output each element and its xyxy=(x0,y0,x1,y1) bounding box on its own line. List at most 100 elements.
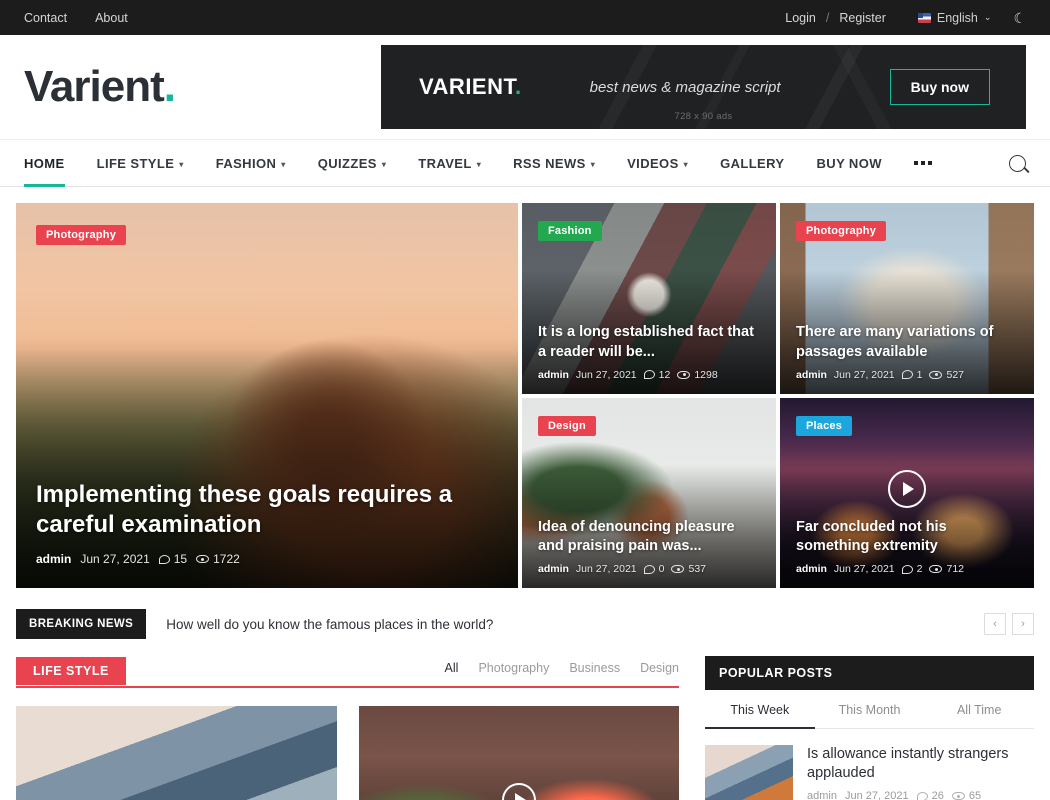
nav-label: FASHION xyxy=(215,155,277,171)
main-navigation: HOME LIFE STYLE ▾ FASHION ▾ QUIZZES ▾ TR… xyxy=(0,139,1050,187)
register-link[interactable]: Register xyxy=(839,11,886,25)
lifestyle-section-header: LIFE STYLE All Photography Business Desi… xyxy=(16,656,679,688)
dark-mode-toggle-icon[interactable]: ☾ xyxy=(1013,11,1026,25)
view-count: 1722 xyxy=(196,552,240,566)
breaking-next-button[interactable]: › xyxy=(1012,613,1034,635)
hero-card-photography[interactable]: Photography There are many variations of… xyxy=(780,203,1034,394)
hero-card-title[interactable]: Far concluded not his something extremit… xyxy=(796,518,1020,557)
comment-count: 0 xyxy=(643,563,665,575)
comment-count: 1 xyxy=(901,368,923,381)
search-icon xyxy=(1009,154,1026,172)
language-label: English xyxy=(936,10,978,25)
ad-logo: VARIENT. xyxy=(419,74,522,100)
chevron-down-icon: ▾ xyxy=(683,159,689,169)
buy-now-button[interactable]: Buy now xyxy=(889,69,990,105)
hero-card-title[interactable]: It is a long established fact that a rea… xyxy=(538,323,762,362)
hero-card-title[interactable]: There are many variations of passages av… xyxy=(796,323,1020,362)
nav-item-home[interactable]: HOME xyxy=(24,140,81,187)
tab-this-week[interactable]: This Week xyxy=(705,690,815,729)
comment-icon xyxy=(643,564,655,574)
filter-all[interactable]: All xyxy=(445,661,459,675)
nav-item-fashion[interactable]: FASHION ▾ xyxy=(200,140,302,186)
search-button[interactable] xyxy=(989,140,1026,186)
lifestyle-section-title: LIFE STYLE xyxy=(16,656,126,686)
post-date: Jun 27, 2021 xyxy=(575,368,637,381)
nav-list: HOME LIFE STYLE ▾ FASHION ▾ QUIZZES ▾ TR… xyxy=(24,140,948,187)
category-badge[interactable]: Places xyxy=(796,415,853,436)
main-column: LIFE STYLE All Photography Business Desi… xyxy=(16,656,679,800)
hero-card-meta: admin Jun 27, 2021 12 1298 xyxy=(538,369,762,381)
view-count-value: 527 xyxy=(946,368,965,381)
hero-card-meta: admin Jun 27, 2021 0 537 xyxy=(538,563,762,575)
nav-label: BUY NOW xyxy=(816,155,882,171)
nav-item-videos[interactable]: VIDEOS ▾ xyxy=(611,140,704,186)
hero-card-places[interactable]: Places Far concluded not his something e… xyxy=(780,397,1034,588)
comment-icon xyxy=(158,554,170,564)
filter-photography[interactable]: Photography xyxy=(478,661,549,675)
tab-this-month[interactable]: This Month xyxy=(815,690,925,728)
topbar-link-about[interactable]: About xyxy=(95,11,128,25)
site-logo[interactable]: Varient. xyxy=(24,62,176,112)
nav-item-gallery[interactable]: GALLERY xyxy=(704,140,800,186)
filter-design[interactable]: Design xyxy=(640,661,679,675)
hero-card-design[interactable]: Design Idea of denouncing pleasure and p… xyxy=(522,397,776,588)
view-count: 1298 xyxy=(677,369,718,381)
post-date: Jun 27, 2021 xyxy=(80,552,150,566)
post-date: Jun 27, 2021 xyxy=(833,563,895,575)
comment-icon xyxy=(901,370,913,379)
nav-label: HOME xyxy=(24,155,65,171)
breaking-prev-button[interactable]: ‹ xyxy=(984,613,1006,635)
nav-item-travel[interactable]: TRAVEL ▾ xyxy=(402,140,497,186)
hero-featured-card[interactable]: Photography Implementing these goals req… xyxy=(16,203,518,588)
nav-label: TRAVEL xyxy=(418,155,472,171)
view-count-value: 1722 xyxy=(213,552,240,566)
hero-grid: Photography Implementing these goals req… xyxy=(16,203,1034,588)
breaking-news-label: BREAKING NEWS xyxy=(16,609,147,639)
play-button-icon[interactable] xyxy=(501,782,536,800)
hero-card-body: Far concluded not his something extremit… xyxy=(796,518,1020,575)
view-count: 712 xyxy=(929,563,964,575)
popular-post-meta: admin Jun 27, 2021 26 65 xyxy=(807,790,1034,800)
category-badge[interactable]: Design xyxy=(538,415,596,436)
chevron-down-icon: ▾ xyxy=(476,159,482,169)
nav-label: QUIZZES xyxy=(317,155,377,171)
hero-featured-title[interactable]: Implementing these goals requires a care… xyxy=(36,480,498,540)
nav-item-buy-now[interactable]: BUY NOW xyxy=(801,140,898,186)
filter-business[interactable]: Business xyxy=(569,661,620,675)
breaking-news-headline[interactable]: How well do you know the famous places i… xyxy=(166,617,493,632)
popular-post-item[interactable]: Is allowance instantly strangers applaud… xyxy=(705,729,1034,800)
login-link[interactable]: Login xyxy=(785,11,816,25)
lifestyle-post-card[interactable] xyxy=(16,706,337,800)
nav-item-life-style[interactable]: LIFE STYLE ▾ xyxy=(81,140,200,186)
view-count-value: 712 xyxy=(946,563,965,575)
top-bar-account: Login / Register English ⌄ ☾ xyxy=(785,11,1026,25)
eye-icon xyxy=(929,370,943,379)
topbar-link-contact[interactable]: Contact xyxy=(24,11,67,25)
chevron-down-icon: ▾ xyxy=(590,159,596,169)
ad-logo-dot: . xyxy=(515,74,522,99)
nav-item-quizzes[interactable]: QUIZZES ▾ xyxy=(302,140,403,186)
popular-posts-header: POPULAR POSTS xyxy=(705,656,1034,690)
language-selector[interactable]: English ⌄ xyxy=(917,10,991,25)
ad-banner[interactable]: VARIENT. best news & magazine script Buy… xyxy=(381,45,1026,129)
comment-count: 15 xyxy=(158,552,187,566)
popular-post-title[interactable]: Is allowance instantly strangers applaud… xyxy=(807,745,1034,783)
hero-card-fashion[interactable]: Fashion It is a long established fact th… xyxy=(522,203,776,394)
hero-card-title[interactable]: Idea of denouncing pleasure and praising… xyxy=(538,518,762,557)
nav-item-rss-news[interactable]: RSS NEWS ▾ xyxy=(497,140,611,186)
lifestyle-post-card[interactable] xyxy=(358,706,679,800)
play-button-icon[interactable] xyxy=(888,469,926,508)
more-dots-icon[interactable] xyxy=(898,140,948,186)
lifestyle-post-image xyxy=(358,706,679,800)
category-badge[interactable]: Fashion xyxy=(538,221,602,241)
category-badge[interactable]: Photography xyxy=(796,221,887,241)
category-badge[interactable]: Photography xyxy=(36,225,127,245)
post-author: admin xyxy=(807,790,837,800)
content-area: LIFE STYLE All Photography Business Desi… xyxy=(16,656,1034,800)
comment-count-value: 1 xyxy=(916,368,923,381)
comment-count-value: 0 xyxy=(658,563,665,575)
hero-card-body: It is a long established fact that a rea… xyxy=(538,323,762,380)
tab-all-time[interactable]: All Time xyxy=(924,690,1034,728)
hero-side-grid: Fashion It is a long established fact th… xyxy=(522,203,1034,588)
comment-icon xyxy=(643,370,655,379)
